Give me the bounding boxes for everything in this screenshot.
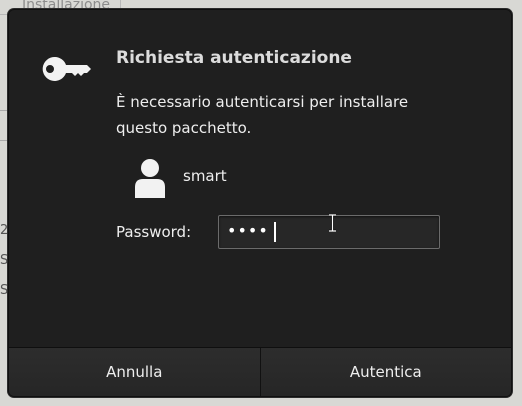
password-value: •••• — [227, 221, 269, 240]
dialog-title: Richiesta autenticazione — [116, 48, 352, 68]
username-label: smart — [183, 167, 227, 185]
cancel-button[interactable]: Annulla — [9, 348, 260, 396]
ibeam-cursor-icon — [329, 214, 336, 232]
dialog-button-bar: Annulla Autentica — [9, 347, 511, 396]
key-icon — [42, 56, 91, 81]
authenticate-button[interactable]: Autentica — [259, 348, 511, 396]
authentication-dialog: Richiesta autenticazione È necessario au… — [8, 9, 512, 397]
password-label: Password: — [116, 223, 192, 241]
text-caret — [274, 222, 276, 242]
background-text: S — [0, 254, 8, 268]
background-text: 2 — [0, 224, 8, 238]
background-text: S — [0, 284, 8, 298]
dialog-message: È necessario autenticarsi per installare… — [116, 93, 409, 137]
user-avatar-icon — [135, 159, 165, 198]
